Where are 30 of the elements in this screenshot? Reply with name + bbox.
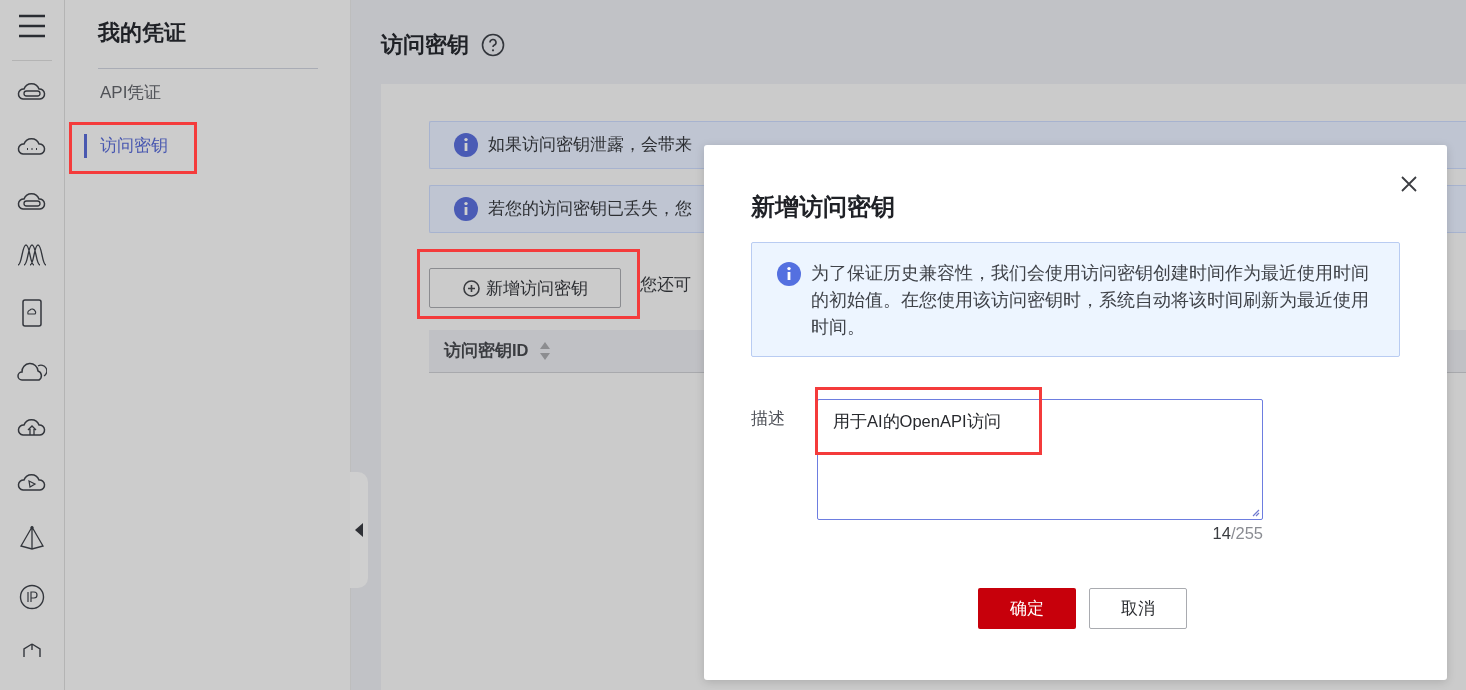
sidebar-item[interactable]: 访问密钥 — [84, 134, 194, 158]
menu-icon[interactable] — [18, 14, 46, 38]
quota-note: 您还可 — [640, 273, 691, 296]
resize-grip-icon[interactable] — [1250, 507, 1260, 517]
info-icon — [454, 133, 478, 157]
section-title: 我的凭证 — [98, 19, 187, 47]
info-icon — [777, 262, 801, 286]
character-counter: 14/255 — [1212, 524, 1263, 543]
waves-icon[interactable] — [17, 244, 47, 266]
column-header[interactable]: 访问密钥ID — [444, 340, 551, 362]
collapse-handle[interactable] — [350, 472, 368, 588]
alert-text: 若您的访问密钥已丢失，您 — [488, 198, 692, 219]
info-text: 为了保证历史兼容性，我们会使用访问密钥创建时间作为最近使用时间的初始值。在您使用该访问密钥时，系统自动将该时间刷新为最近使用时间。 — [811, 262, 1370, 339]
info-icon — [454, 197, 478, 221]
sidebar-item[interactable]: API凭证 — [84, 81, 194, 105]
help-icon[interactable] — [481, 32, 505, 57]
add-key-button[interactable]: 新增访问密钥 — [429, 268, 621, 308]
ip-icon[interactable] — [19, 584, 45, 610]
tablet-icon[interactable] — [22, 299, 42, 327]
cancel-button[interactable]: 取消 — [1089, 588, 1187, 629]
caret-icon — [355, 523, 363, 537]
pyramid-icon[interactable] — [18, 525, 46, 551]
plus-circle-icon — [462, 279, 480, 297]
cloud-icon[interactable] — [17, 360, 47, 382]
page-title: 访问密钥 — [381, 30, 469, 59]
alert-text: 如果访问密钥泄露，会带来 — [488, 134, 692, 155]
field-label: 描述 — [751, 408, 786, 429]
dialog-title: 新增访问密钥 — [751, 192, 896, 222]
confirm-button[interactable]: 确定 — [978, 588, 1076, 629]
close-icon[interactable] — [1401, 176, 1417, 192]
